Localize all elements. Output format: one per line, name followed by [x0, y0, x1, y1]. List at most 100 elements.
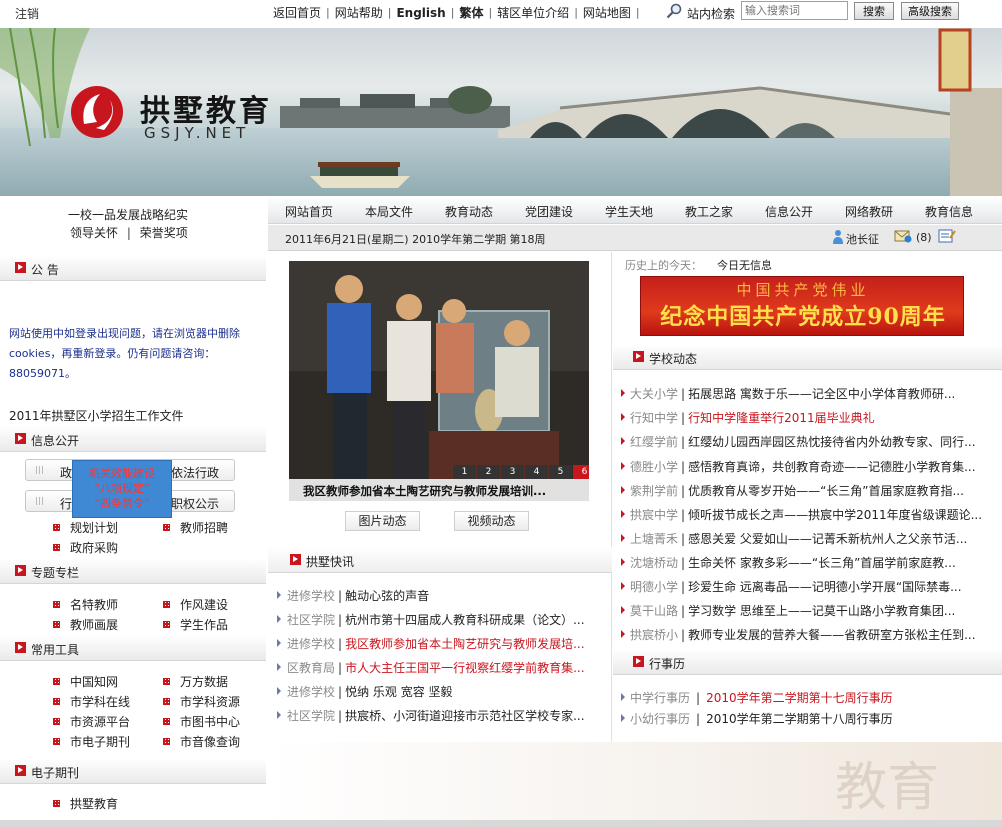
honors-link[interactable]: 荣誉奖项	[140, 226, 188, 240]
authority-publicity-link[interactable]: 职权公示	[171, 495, 219, 512]
calendar-item[interactable]: 中学行事历 | 2010学年第二学期第十七周行事历	[621, 689, 993, 706]
leadership-care-link[interactable]: 领导关怀	[70, 226, 118, 240]
school-news-item[interactable]: 拱宸中学 | 倾听拔节成长之声——拱宸中学2011年度省级课题论...	[621, 506, 993, 523]
news-item[interactable]: 进修学校 | 悦纳 乐观 宽容 坚毅	[277, 683, 602, 700]
arrow-icon	[277, 591, 281, 599]
history-today-label: 历史上的今天：	[625, 259, 702, 272]
school-news-item[interactable]: 大关小学 | 拓展思路 寓数于乐——记全区中小学体育教师研...	[621, 385, 993, 402]
news-photo-slideshow[interactable]: 1 2 3 4 5 6 我区教师参加省本土陶艺研究与教师发展培训...	[289, 261, 589, 501]
nav-edu-info[interactable]: 教育信息	[925, 203, 973, 220]
nav-online-research[interactable]: 网络教研	[845, 203, 893, 220]
city-library-link[interactable]: 市图书中心	[163, 713, 240, 730]
news-item[interactable]: 进修学校 | 触动心弦的声音	[277, 587, 602, 604]
school-news-item[interactable]: 德胜小学 | 感悟教育真谛，共创教育奇迹——记德胜小学教育集...	[621, 458, 993, 475]
express-news-title: 拱墅快讯	[306, 555, 355, 569]
advanced-search-button[interactable]: 高级搜索	[901, 2, 959, 20]
section-arrow-icon	[15, 565, 26, 576]
wanfang-link[interactable]: 万方数据	[163, 673, 228, 690]
efficiency-popup[interactable]: 机关效能建设 “八项规定” “四条禁令”	[72, 460, 172, 518]
top-bar: 注销 返回首页 | 网站帮助 | English | 繁体 | 辖区单位介绍 | 网站地图…	[0, 0, 1002, 24]
section-arrow-icon	[15, 262, 26, 273]
arrow-icon	[621, 630, 625, 638]
decorative-calligraphy: 教育	[835, 758, 940, 818]
slide-5-button[interactable]: 5	[549, 465, 572, 479]
bullet-icon	[53, 738, 60, 745]
teacher-recruit-link[interactable]: 教师招聘	[163, 519, 228, 536]
photo-news-tab[interactable]: 图片动态	[345, 511, 420, 531]
arrow-icon	[277, 687, 281, 695]
gongshu-education-journal-link[interactable]: 拱墅教育	[53, 795, 118, 812]
section-arrow-icon	[633, 656, 644, 667]
school-news-item[interactable]: 拱宸桥小 | 教师专业发展的营养大餐——省教研室方张松主任到...	[621, 626, 993, 643]
search-input[interactable]	[741, 1, 848, 20]
photo-caption[interactable]: 我区教师参加省本土陶艺研究与教师发展培训...	[289, 479, 589, 501]
district-units-link[interactable]: 辖区单位介绍	[492, 4, 574, 21]
city-ejournal-link[interactable]: 市电子期刊	[53, 733, 130, 750]
slide-3-button[interactable]: 3	[501, 465, 524, 479]
slide-pager: 1 2 3 4 5 6	[452, 465, 589, 479]
law-admin-link[interactable]: 依法行政	[171, 464, 219, 481]
sitemap-link[interactable]: 网站地图	[578, 4, 636, 21]
express-news-header: 拱墅快讯	[268, 547, 612, 573]
nav-home[interactable]: 网站首页	[285, 203, 333, 220]
school-news-item[interactable]: 上塘菁禾 | 感恩关爱 父爱如山——记菁禾新杭州人之父亲节活...	[621, 530, 993, 547]
news-item[interactable]: 进修学校 | 我区教师参加省本土陶艺研究与教师发展培...	[277, 635, 602, 652]
famous-teachers-link[interactable]: 名特教师	[53, 596, 118, 613]
enrollment-doc-link[interactable]: 2011年拱墅区小学招生工作文件	[9, 407, 184, 424]
gov-procurement-link[interactable]: 政府采购	[53, 539, 118, 556]
english-link[interactable]: English	[391, 6, 450, 20]
nav-edu-news[interactable]: 教育动态	[445, 203, 493, 220]
city-av-query-link[interactable]: 市音像查询	[163, 733, 240, 750]
video-news-tab[interactable]: 视频动态	[454, 511, 529, 531]
city-subject-resource-link[interactable]: 市学科资源	[163, 693, 240, 710]
party-anniversary-banner[interactable]: 中国共产党伟业 纪念中国共产党成立90周年	[640, 276, 964, 336]
grid-icon	[36, 497, 44, 505]
left-sidebar: 一校一品发展战略纪实 领导关怀 | 荣誉奖项 公 告 网站使用中如登录出现问题，…	[0, 196, 266, 827]
city-subject-online-link[interactable]: 市学科在线	[53, 693, 130, 710]
bullet-icon	[163, 621, 170, 628]
help-link[interactable]: 网站帮助	[330, 4, 388, 21]
nav-staff[interactable]: 教工之家	[685, 203, 733, 220]
school-news-item[interactable]: 莫干山路 | 学习数学 思维至上——记莫干山路小学教育集团...	[621, 602, 993, 619]
school-news-item[interactable]: 红缨学前 | 红缨幼儿园西岸园区热忱接待省内外幼教专家、同行...	[621, 433, 993, 450]
home-link[interactable]: 返回首页	[268, 4, 326, 21]
mail-icon[interactable]	[894, 229, 912, 243]
magnifier-icon	[666, 3, 682, 19]
section-arrow-icon	[15, 765, 26, 776]
nav-students[interactable]: 学生天地	[605, 203, 653, 220]
edit-icon[interactable]	[938, 228, 956, 244]
school-news-item[interactable]: 紫荆学前 | 优质教育从零岁开始——“长三角”首届家庭教育指...	[621, 482, 993, 499]
traditional-chinese-link[interactable]: 繁体	[454, 4, 488, 21]
calendar-item[interactable]: 小幼行事历 | 2010学年第二学期第十八周行事历	[621, 710, 993, 727]
arrow-icon	[277, 711, 281, 719]
school-news-item[interactable]: 沈塘桥动 | 生命关怀 家教多彩——“长三角”首届学前家庭教...	[621, 554, 993, 571]
nav-party[interactable]: 党团建设	[525, 203, 573, 220]
cnki-link[interactable]: 中国知网	[53, 673, 118, 690]
student-works-link[interactable]: 学生作品	[163, 616, 228, 633]
news-item[interactable]: 社区学院 | 拱宸桥、小河街道迎接市示范社区学校专家...	[277, 707, 602, 724]
work-style-link[interactable]: 作风建设	[163, 596, 228, 613]
city-resource-platform-link[interactable]: 市资源平台	[53, 713, 130, 730]
slide-1-button[interactable]: 1	[453, 465, 476, 479]
nav-info-disclosure[interactable]: 信息公开	[765, 203, 813, 220]
slide-2-button[interactable]: 2	[477, 465, 500, 479]
date-bar: 2011年6月21日(星期二) 2010学年第二学期 第18周 池长征 (8)	[268, 225, 1002, 251]
news-item[interactable]: 社区学院 | 杭州市第十四届成人教育科研成果（论文）...	[277, 611, 602, 628]
slide-4-button[interactable]: 4	[525, 465, 548, 479]
search-button[interactable]: 搜索	[854, 2, 894, 20]
school-news-item[interactable]: 行知中学 | 行知中学隆重举行2011届毕业典礼	[621, 409, 993, 426]
user-name-link[interactable]: 池长征	[846, 231, 879, 247]
arrow-icon	[277, 663, 281, 671]
bottom-scrollbar-area	[0, 820, 1002, 827]
school-news-item[interactable]: 明德小学 | 珍爱生命 远离毒品——记明德小学开展“国际禁毒...	[621, 578, 993, 595]
plan-link[interactable]: 规划计划	[53, 519, 118, 536]
mail-count[interactable]: (8)	[916, 231, 932, 244]
arrow-icon	[621, 558, 625, 566]
bullet-icon	[163, 718, 170, 725]
teacher-gallery-link[interactable]: 教师画展	[53, 616, 118, 633]
logout-link[interactable]: 注销	[15, 5, 39, 22]
slide-6-button[interactable]: 6	[573, 465, 589, 479]
news-item[interactable]: 区教育局 | 市人大主任王国平一行视察红缨学前教育集...	[277, 659, 602, 676]
nav-bureau-docs[interactable]: 本局文件	[365, 203, 413, 220]
strategy-title[interactable]: 一校一品发展战略纪实	[68, 206, 188, 223]
